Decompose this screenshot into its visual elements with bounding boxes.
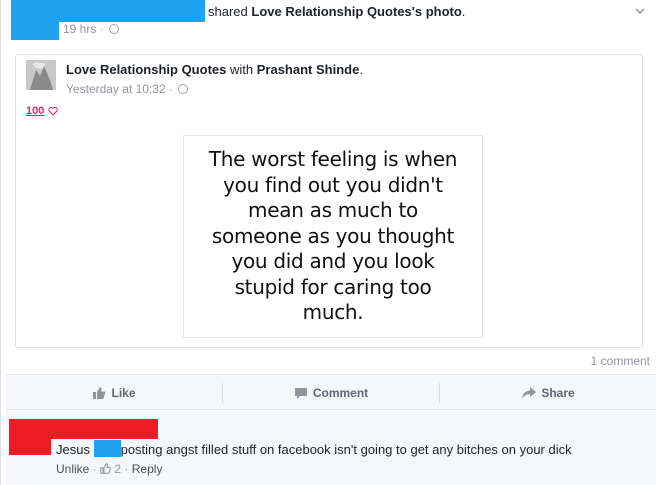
post-action-bar: Like Comment Share xyxy=(6,374,656,410)
page-name-link[interactable]: Love Relationship Quotes xyxy=(251,4,411,19)
quote-text: The worst feeling is when you find out y… xyxy=(208,147,458,325)
globe-icon xyxy=(109,24,120,34)
with-text: with xyxy=(229,62,254,77)
redacted-user-name xyxy=(59,0,205,22)
shared-post-timestamp[interactable]: Yesterday at 10:32 xyxy=(66,82,166,96)
comment-actions: Unlike · 2 · Reply xyxy=(56,462,162,476)
like-label: Like xyxy=(111,386,136,400)
thumbs-up-outline-icon xyxy=(100,463,111,474)
meta-separator: · xyxy=(168,82,173,96)
quote-photo[interactable]: The worst feeling is when you find out y… xyxy=(183,135,483,338)
reply-button[interactable]: Reply xyxy=(132,462,163,476)
tagged-person-link[interactable]: Prashant Shinde xyxy=(257,62,360,77)
shared-post-card: shared Love Relationship Quotes's photo.… xyxy=(0,0,656,485)
redacted-mention xyxy=(93,440,121,457)
comment-like-count[interactable]: 2 xyxy=(114,462,121,476)
comment-action-separator: · xyxy=(92,462,97,476)
title-period: . xyxy=(359,62,363,77)
share-arrow-icon xyxy=(522,387,537,399)
shared-original-post: Love Relationship Quotes with Prashant S… xyxy=(15,54,643,348)
redacted-commenter-avatar xyxy=(9,419,51,455)
share-label: Share xyxy=(541,386,575,400)
share-button[interactable]: Share xyxy=(440,375,656,411)
heart-icon xyxy=(48,106,58,116)
post-header: shared Love Relationship Quotes's photo. xyxy=(208,4,465,19)
like-button[interactable]: Like xyxy=(6,375,222,411)
comment-text-end: posting angst filled stuff on facebook i… xyxy=(120,442,572,457)
comment-text-start: Jesus xyxy=(56,442,90,457)
thumbs-up-icon xyxy=(93,387,106,399)
comment-text: Jesus posting angst filled stuff on face… xyxy=(56,440,572,457)
unlike-button[interactable]: Unlike xyxy=(56,462,89,476)
redacted-avatar xyxy=(11,0,59,40)
hundred-points-emoji-icon: 100 xyxy=(26,105,45,117)
shared-verb: shared xyxy=(208,4,248,19)
avatar-image-icon xyxy=(26,60,56,90)
post-meta: 19 hrs · xyxy=(63,22,120,36)
post-timestamp[interactable]: 19 hrs xyxy=(63,22,96,36)
possessive-suffix: 's xyxy=(411,4,423,19)
page-avatar[interactable] xyxy=(26,60,56,90)
speech-bubble-icon xyxy=(294,387,307,399)
shared-post-title: Love Relationship Quotes with Prashant S… xyxy=(66,62,363,77)
chevron-down-icon[interactable] xyxy=(635,6,645,16)
photo-link[interactable]: photo xyxy=(426,4,462,19)
globe-icon xyxy=(178,84,189,94)
comment-action-separator: · xyxy=(124,462,129,476)
comment-button[interactable]: Comment xyxy=(223,375,439,411)
shared-post-meta: Yesterday at 10:32 · xyxy=(66,82,189,96)
comments-section: Jesus posting angst filled stuff on face… xyxy=(6,410,656,485)
meta-separator: · xyxy=(99,22,104,36)
header-period: . xyxy=(461,4,466,19)
comment-count-link[interactable]: 1 comment xyxy=(591,354,650,368)
shared-page-name-link[interactable]: Love Relationship Quotes xyxy=(66,62,226,77)
comment-label: Comment xyxy=(312,386,369,400)
redacted-commenter-name xyxy=(51,419,158,439)
